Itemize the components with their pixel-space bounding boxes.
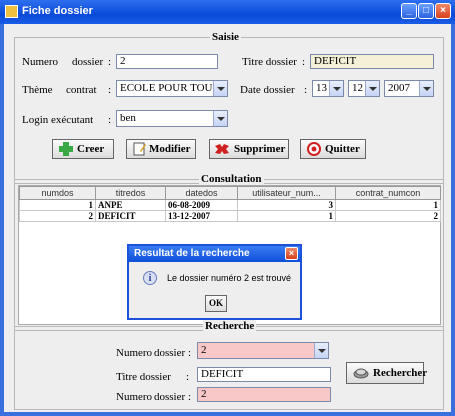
date-day-select[interactable]: 13 (312, 80, 344, 97)
info-icon: i (143, 271, 157, 285)
saisie-legend: Saisie (210, 31, 241, 43)
numero-label: Numero (116, 347, 153, 359)
app-icon (5, 5, 18, 18)
window-content: Saisie Numero dossier : 2 Titre dossier … (4, 24, 451, 412)
numero-label: Numero (22, 56, 59, 68)
numero-dossier-field[interactable]: 2 (116, 54, 218, 69)
colon: : (108, 114, 112, 126)
minimize-button[interactable]: _ (401, 3, 417, 19)
edit-document-icon (133, 142, 146, 156)
colon: : (304, 84, 308, 96)
titre-dossier-field[interactable]: DEFICIT (310, 54, 434, 69)
close-button[interactable]: × (435, 3, 451, 19)
colon: : (188, 347, 192, 359)
colon: : (108, 56, 112, 68)
chevron-down-icon[interactable] (329, 81, 343, 96)
delete-icon (215, 144, 229, 154)
chevron-down-icon[interactable] (419, 81, 433, 96)
table-cell: 1 (335, 199, 441, 211)
recherche-numero-select[interactable]: 2 (197, 342, 329, 359)
login-executant-select[interactable]: ben (116, 110, 228, 127)
chevron-down-icon[interactable] (213, 81, 227, 96)
date-dossier-label: Date dossier (240, 84, 295, 96)
column-header[interactable]: numdos (19, 186, 96, 200)
quitter-label: Quitter (325, 143, 360, 155)
table-row[interactable]: 1 ANPE 06-08-2009 3 1 (19, 199, 441, 211)
window-title: Fiche dossier (22, 5, 93, 17)
colon: : (302, 56, 306, 68)
modifier-label: Modifier (149, 143, 191, 155)
creer-button[interactable]: Creer (52, 139, 114, 159)
app-window: Fiche dossier _ □ × Saisie Numero dossie… (0, 0, 455, 416)
supprimer-button[interactable]: Supprimer (209, 139, 289, 159)
chevron-down-icon[interactable] (365, 81, 379, 96)
table-header-row: numdos titredos datedos utilisateur_num.… (19, 186, 441, 200)
recherche-numero-dossier-field[interactable]: 2 (197, 387, 331, 402)
supprimer-label: Supprimer (234, 143, 286, 155)
column-header[interactable]: datedos (165, 186, 238, 200)
quitter-button[interactable]: Quitter (300, 139, 366, 159)
table-cell: 13-12-2007 (165, 210, 238, 222)
dialog-title-bar[interactable]: Resultat de la recherche × (129, 246, 300, 262)
colon: : (186, 371, 190, 383)
title-bar[interactable]: Fiche dossier _ □ × (0, 0, 455, 24)
column-header[interactable]: titredos (95, 186, 166, 200)
table-cell: 3 (237, 199, 336, 211)
colon: : (188, 391, 192, 403)
modifier-button[interactable]: Modifier (126, 139, 196, 159)
login-executant-label: Login exécutant (22, 114, 94, 126)
consultation-table: numdos titredos datedos utilisateur_num.… (19, 186, 441, 222)
rechercher-label: Rechercher (373, 367, 428, 379)
table-cell: 06-08-2009 (165, 199, 238, 211)
column-header[interactable]: contrat_numcon (335, 186, 441, 200)
rechercher-button[interactable]: Rechercher (346, 362, 428, 384)
dossier-label: dossier (72, 56, 104, 68)
colon: : (108, 84, 112, 96)
table-cell: 2 (335, 210, 441, 222)
titre-dossier-label: Titre dossier (116, 371, 171, 383)
theme-label: Thème (22, 84, 53, 96)
dialog-close-button[interactable]: × (285, 247, 298, 260)
titre-dossier-label: Titre dossier (242, 56, 297, 68)
recherche-legend: Recherche (203, 320, 257, 332)
recherche-numero-value: 2 (201, 344, 207, 356)
result-dialog: Resultat de la recherche × i Le dossier … (127, 244, 302, 320)
contrat-label: contrat (66, 84, 97, 96)
search-icon (353, 368, 369, 379)
table-row[interactable]: 2 DEFICIT 13-12-2007 1 2 (19, 210, 441, 222)
recherche-titre-field[interactable]: DEFICIT (197, 367, 331, 382)
date-month-select[interactable]: 12 (348, 80, 380, 97)
theme-contrat-value: ECOLE POUR TOUS (120, 82, 219, 94)
dialog-title: Resultat de la recherche (134, 248, 250, 259)
consultation-legend: Consultation (199, 173, 264, 185)
creer-label: Creer (77, 143, 105, 155)
table-cell: 1 (19, 199, 96, 211)
stop-icon (307, 142, 321, 156)
table-cell: DEFICIT (95, 210, 166, 222)
login-executant-value: ben (120, 112, 136, 124)
maximize-button[interactable]: □ (418, 3, 434, 19)
date-month-value: 12 (352, 82, 363, 94)
add-icon (59, 142, 73, 156)
table-cell: ANPE (95, 199, 166, 211)
dossier-label: dossier (154, 391, 186, 403)
table-cell: 2 (19, 210, 96, 222)
table-cell: 1 (237, 210, 336, 222)
date-year-value: 2007 (388, 82, 410, 94)
date-day-value: 13 (316, 82, 327, 94)
numero-label: Numero (116, 391, 153, 403)
column-header[interactable]: utilisateur_num... (237, 186, 336, 200)
chevron-down-icon[interactable] (213, 111, 227, 126)
dialog-message: Le dossier numéro 2 est trouvé (167, 273, 292, 283)
chevron-down-icon[interactable] (314, 343, 328, 358)
date-year-select[interactable]: 2007 (384, 80, 434, 97)
ok-button[interactable]: OK (205, 295, 227, 312)
theme-contrat-select[interactable]: ECOLE POUR TOUS (116, 80, 228, 97)
dossier-label: dossier (154, 347, 186, 359)
